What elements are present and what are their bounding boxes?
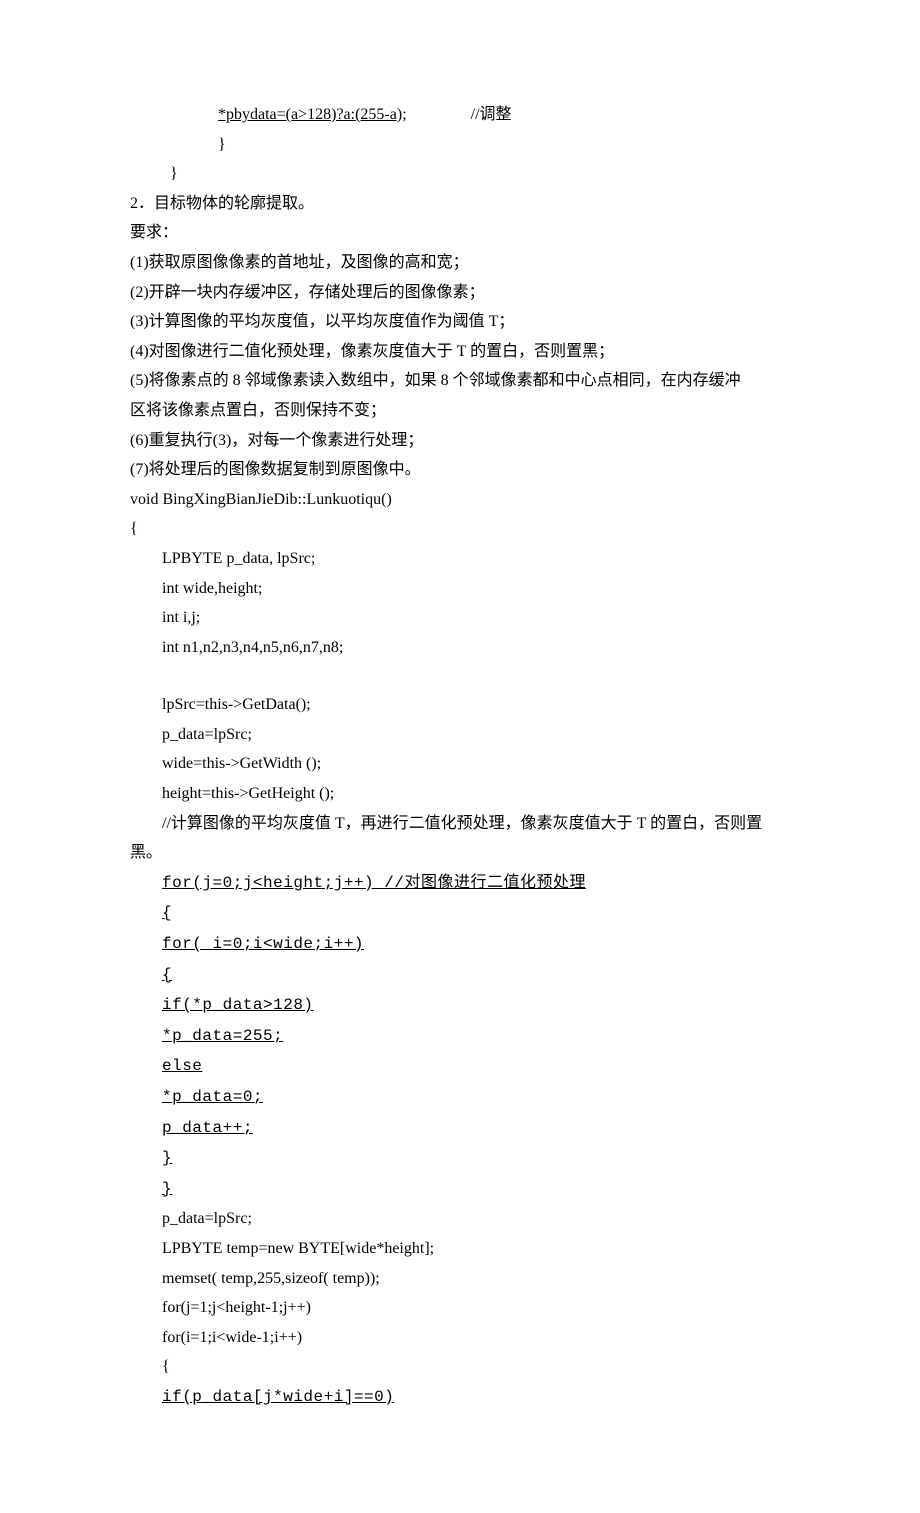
code-line: int wide,height; bbox=[130, 574, 790, 604]
code-text: *p_data=255; bbox=[162, 1027, 283, 1045]
code-line: p_data=lpSrc; bbox=[130, 720, 790, 750]
code-line: for(i=1;i<wide-1;i++) bbox=[130, 1323, 790, 1353]
code-line: void BingXingBianJieDib::Lunkuotiqu() bbox=[130, 485, 790, 515]
body-text: (6)重复执行(3)，对每一个像素进行处理； bbox=[130, 426, 790, 456]
code-line: LPBYTE temp=new BYTE[wide*height]; bbox=[130, 1234, 790, 1264]
code-line: { bbox=[130, 898, 790, 929]
body-text: (7)将处理后的图像数据复制到原图像中。 bbox=[130, 455, 790, 485]
code-line: } bbox=[130, 1174, 790, 1205]
code-line: for(j=0;j<height;j++) //对图像进行二值化预处理 bbox=[130, 868, 790, 899]
code-line: for( i=0;i<wide;i++) bbox=[130, 929, 790, 960]
code-text: *pbydata=(a>128)?a:(255-a); bbox=[218, 106, 407, 123]
code-line: if(p_data[j*wide+i]==0) bbox=[130, 1382, 790, 1413]
code-line: LPBYTE p_data, lpSrc; bbox=[130, 544, 790, 574]
body-text: (1)获取原图像像素的首地址，及图像的高和宽； bbox=[130, 248, 790, 278]
body-text: (3)计算图像的平均灰度值，以平均灰度值作为阈值 T； bbox=[130, 307, 790, 337]
code-text: else bbox=[162, 1057, 202, 1075]
code-line: } bbox=[130, 159, 790, 189]
body-text: 区将该像素点置白，否则保持不变； bbox=[130, 396, 790, 426]
code-text: { bbox=[162, 904, 172, 922]
body-text: (4)对图像进行二值化预处理，像素灰度值大于 T 的置白，否则置黑； bbox=[130, 337, 790, 367]
code-line: wide=this->GetWidth (); bbox=[130, 749, 790, 779]
code-line: *pbydata=(a>128)?a:(255-a); //调整 bbox=[130, 100, 790, 130]
blank-line bbox=[130, 662, 790, 690]
code-line: } bbox=[130, 1143, 790, 1174]
code-text: for(j=0;j<height;j++) //对图像进行二值化预处理 bbox=[162, 874, 586, 892]
comment-text: //调整 bbox=[471, 100, 512, 130]
body-text: (2)开辟一块内存缓冲区，存储处理后的图像像素； bbox=[130, 278, 790, 308]
code-line: int n1,n2,n3,n4,n5,n6,n7,n8; bbox=[130, 633, 790, 663]
section-heading: 2．目标物体的轮廓提取。 bbox=[130, 189, 790, 219]
code-line: memset( temp,255,sizeof( temp)); bbox=[130, 1264, 790, 1294]
code-line: *p_data=0; bbox=[130, 1082, 790, 1113]
code-line: p_data++; bbox=[130, 1113, 790, 1144]
code-text: if(p_data[j*wide+i]==0) bbox=[162, 1388, 394, 1406]
code-text: if(*p_data>128) bbox=[162, 996, 314, 1014]
code-text: } bbox=[162, 1149, 172, 1167]
document-page: *pbydata=(a>128)?a:(255-a); //调整 } } 2．目… bbox=[0, 0, 920, 1513]
code-line: lpSrc=this->GetData(); bbox=[130, 690, 790, 720]
comment-line: //计算图像的平均灰度值 T，再进行二值化预处理，像素灰度值大于 T 的置白，否… bbox=[130, 809, 790, 839]
code-text: { bbox=[162, 966, 172, 984]
body-text: 要求： bbox=[130, 218, 790, 248]
code-text: p_data++; bbox=[162, 1119, 253, 1137]
body-text: (5)将像素点的 8 邻域像素读入数组中，如果 8 个邻域像素都和中心点相同，在… bbox=[130, 366, 790, 396]
code-line: { bbox=[130, 514, 790, 544]
code-text: *p_data=0; bbox=[162, 1088, 263, 1106]
comment-line: 黑。 bbox=[130, 838, 790, 868]
code-line: if(*p_data>128) bbox=[130, 990, 790, 1021]
code-line: *p_data=255; bbox=[130, 1021, 790, 1052]
code-line: { bbox=[130, 960, 790, 991]
code-line: height=this->GetHeight (); bbox=[130, 779, 790, 809]
code-line: int i,j; bbox=[130, 603, 790, 633]
code-line: } bbox=[130, 130, 790, 160]
code-line: p_data=lpSrc; bbox=[130, 1204, 790, 1234]
code-text: } bbox=[162, 1180, 172, 1198]
code-line: for(j=1;j<height-1;j++) bbox=[130, 1293, 790, 1323]
code-line: else bbox=[130, 1051, 790, 1082]
code-text: for( i=0;i<wide;i++) bbox=[162, 935, 364, 953]
code-line: { bbox=[130, 1352, 790, 1382]
